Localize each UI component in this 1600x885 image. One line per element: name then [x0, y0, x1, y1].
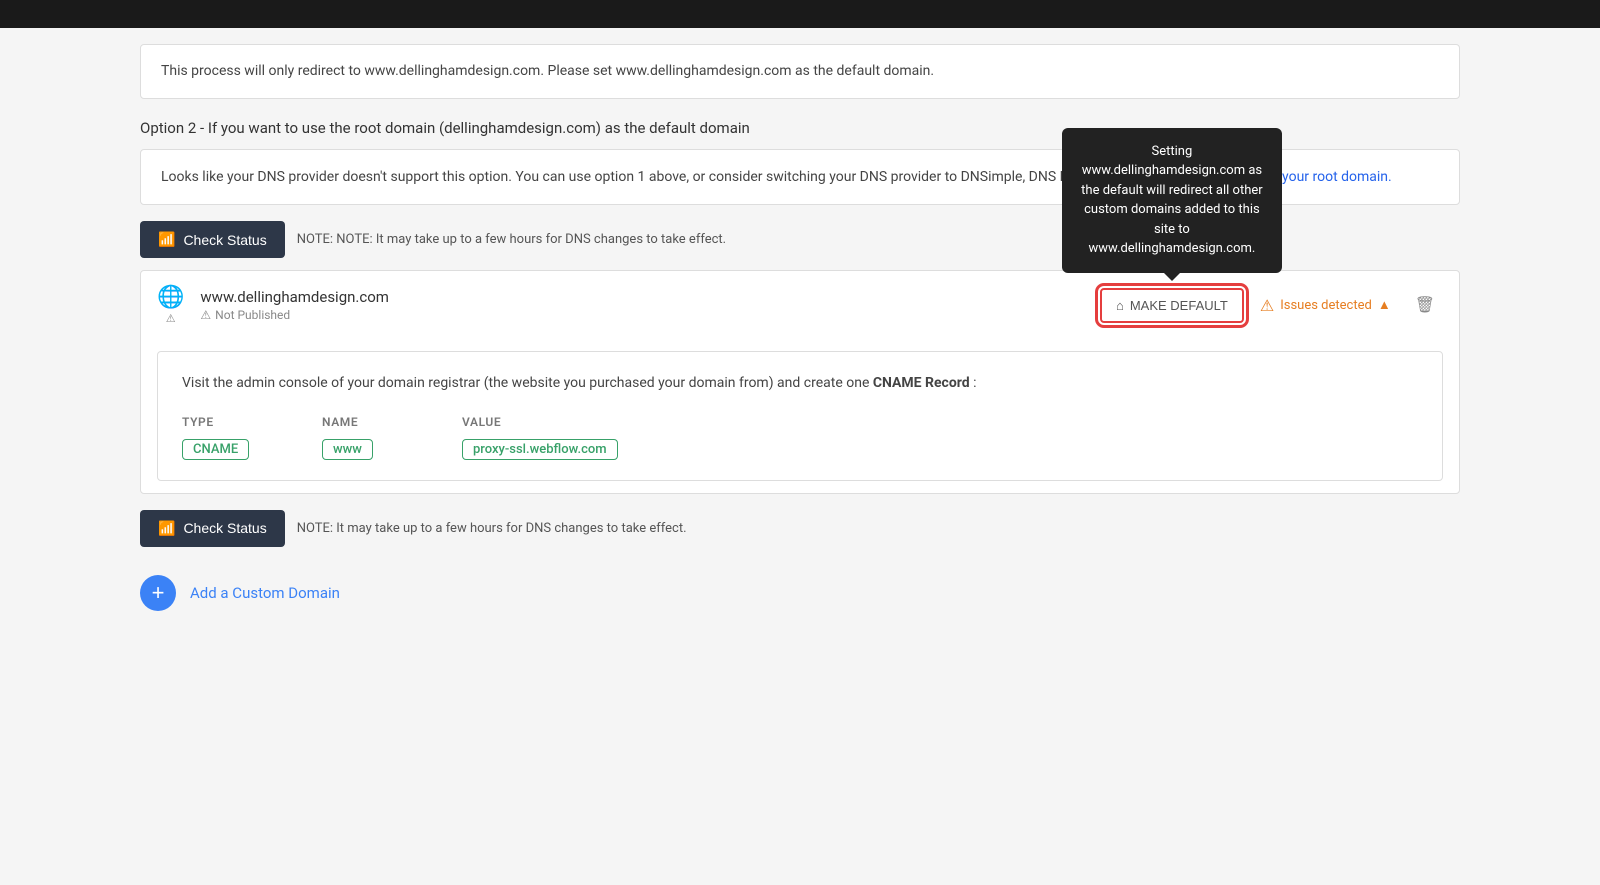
col-header-name: NAME: [322, 415, 422, 429]
make-default-label: MAKE DEFAULT: [1130, 298, 1228, 313]
globe-icon-wrap: 🌐 ⚠: [157, 285, 184, 325]
note-text-1: NOTE: NOTE: It may take up to a few hour…: [297, 232, 726, 247]
lock-icon: ⚠: [166, 312, 176, 325]
cname-intro: Visit the admin console of your domain r…: [182, 372, 1418, 394]
home-icon: ⌂: [1116, 298, 1124, 313]
warning-icon-small: ⚠: [200, 308, 211, 322]
make-default-button[interactable]: ⌂ MAKE DEFAULT: [1100, 288, 1244, 323]
cname-type-cell: CNAME: [182, 439, 282, 460]
make-default-tooltip: Setting www.dellinghamdesign.com as the …: [1062, 128, 1282, 273]
cname-intro-after: :: [970, 375, 977, 391]
cname-record-label: CNAME Record: [873, 375, 970, 391]
not-published-label: Not Published: [215, 308, 290, 322]
globe-icon: 🌐: [157, 285, 184, 310]
wifi-icon-2: 📶: [158, 520, 175, 537]
warning-triangle-icon: ⚠: [1260, 296, 1274, 315]
check-status-button-1[interactable]: 📶 Check Status: [140, 221, 285, 258]
cname-table: TYPE NAME VALUE CNAME www proxy-ssl.webf…: [182, 415, 1418, 460]
issues-detected-link[interactable]: ⚠ Issues detected ▲: [1260, 296, 1391, 315]
redirect-notice-text: This process will only redirect to www.d…: [161, 63, 934, 79]
domain-row: 🌐 ⚠ www.dellinghamdesign.com ⚠ Not Publi…: [157, 271, 1443, 339]
plus-icon: +: [152, 580, 165, 606]
domain-info: www.dellinghamdesign.com ⚠ Not Published: [200, 288, 1084, 322]
chevron-up-icon: ▲: [1378, 297, 1391, 313]
domain-row-container: 🌐 ⚠ www.dellinghamdesign.com ⚠ Not Publi…: [140, 270, 1460, 493]
check-status-button-2[interactable]: 📶 Check Status: [140, 510, 285, 547]
cname-value-tag: proxy-ssl.webflow.com: [462, 439, 618, 460]
cname-table-header: TYPE NAME VALUE: [182, 415, 1418, 429]
check-status-label-2: Check Status: [183, 520, 266, 536]
cname-value-cell: proxy-ssl.webflow.com: [462, 439, 712, 460]
top-bar: [0, 0, 1600, 28]
add-domain-circle-button[interactable]: +: [140, 575, 176, 611]
col-header-value: VALUE: [462, 415, 712, 429]
delete-domain-button[interactable]: 🗑: [1407, 291, 1443, 319]
not-published-status: ⚠ Not Published: [200, 308, 1084, 322]
add-domain-label[interactable]: Add a Custom Domain: [190, 584, 340, 602]
issues-detected-label: Issues detected: [1280, 298, 1372, 313]
cname-table-row: CNAME www proxy-ssl.webflow.com: [182, 439, 1418, 460]
trash-icon: 🗑: [1415, 297, 1435, 314]
add-domain-row: + Add a Custom Domain: [140, 575, 1460, 611]
redirect-notice-box: This process will only redirect to www.d…: [140, 44, 1460, 99]
cname-box: Visit the admin console of your domain r…: [157, 351, 1443, 480]
wifi-icon-1: 📶: [158, 231, 175, 248]
make-default-wrap: Setting www.dellinghamdesign.com as the …: [1100, 288, 1244, 323]
note-text-2: NOTE: It may take up to a few hours for …: [297, 521, 687, 536]
check-status-label-1: Check Status: [183, 232, 266, 248]
cname-type-tag: CNAME: [182, 439, 249, 460]
domain-name: www.dellinghamdesign.com: [200, 288, 1084, 306]
cname-name-tag: www: [322, 439, 373, 460]
col-header-type: TYPE: [182, 415, 282, 429]
check-status-row-2: 📶 Check Status NOTE: It may take up to a…: [140, 510, 1460, 547]
cname-intro-before: Visit the admin console of your domain r…: [182, 375, 873, 391]
tooltip-text: Setting www.dellinghamdesign.com as the …: [1081, 144, 1263, 257]
cname-name-cell: www: [322, 439, 422, 460]
